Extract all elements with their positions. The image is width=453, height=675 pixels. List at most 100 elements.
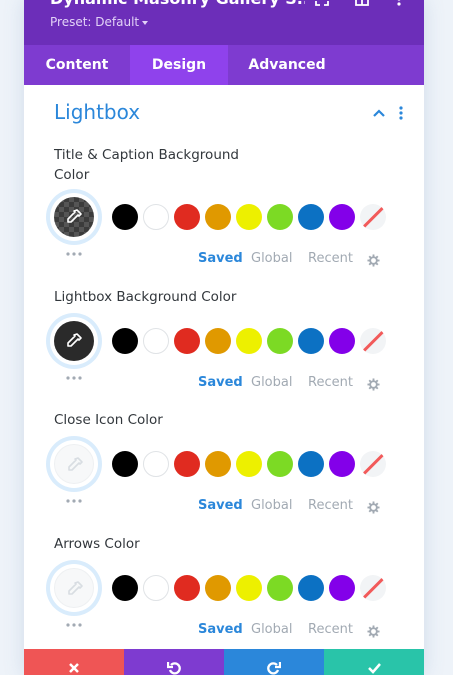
more-horizontal-icon[interactable]: [66, 376, 82, 380]
saved-colors-tab[interactable]: Saved: [198, 498, 243, 513]
swatch-yellow[interactable]: [236, 328, 262, 354]
swatch-blue[interactable]: [298, 204, 324, 230]
swatch-green[interactable]: [267, 204, 293, 230]
undo-icon: [167, 662, 181, 675]
section-title[interactable]: Lightbox: [54, 100, 140, 124]
swatch-red[interactable]: [174, 575, 200, 601]
check-icon: [368, 663, 381, 674]
color-picker-button[interactable]: [50, 193, 98, 241]
color-picker-row: Saved Global Recent: [24, 193, 424, 267]
swatch-white[interactable]: [143, 328, 169, 354]
current-color-preview: [54, 197, 94, 237]
close-icon: [69, 663, 79, 673]
action-bar: [24, 649, 424, 675]
tab-bar: Content Design Advanced: [24, 45, 424, 85]
columns-icon[interactable]: [355, 0, 369, 6]
global-colors-tab[interactable]: Global: [251, 251, 292, 266]
swatch-orange[interactable]: [205, 328, 231, 354]
swatch-black[interactable]: [112, 451, 138, 477]
swatch-orange[interactable]: [205, 575, 231, 601]
swatch-blue[interactable]: [298, 575, 324, 601]
preset-selector[interactable]: Preset: Default: [50, 15, 149, 29]
swatch-purple[interactable]: [329, 328, 355, 354]
color-picker-row: Saved Global Recent: [24, 317, 424, 391]
undo-button[interactable]: [124, 649, 224, 675]
recent-colors-tab[interactable]: Recent: [308, 622, 353, 637]
swatch-purple[interactable]: [329, 451, 355, 477]
tab-design[interactable]: Design: [130, 45, 228, 85]
saved-colors-tab[interactable]: Saved: [198, 375, 243, 390]
save-button[interactable]: [324, 649, 424, 675]
current-color-preview: [54, 568, 94, 608]
eyedropper-icon: [67, 209, 82, 223]
current-color-preview: [54, 444, 94, 484]
caret-down-icon: [142, 20, 149, 25]
color-picker-row: Saved Global Recent: [24, 440, 424, 514]
recent-colors-tab[interactable]: Recent: [308, 375, 353, 390]
redo-icon: [267, 662, 281, 675]
more-vertical-icon[interactable]: [392, 0, 406, 6]
swatch-blue[interactable]: [298, 328, 324, 354]
saved-colors-tab[interactable]: Saved: [198, 622, 243, 637]
recent-colors-tab[interactable]: Recent: [308, 251, 353, 266]
more-horizontal-icon[interactable]: [66, 499, 82, 503]
more-horizontal-icon[interactable]: [66, 623, 82, 627]
swatch-purple[interactable]: [329, 204, 355, 230]
swatch-green[interactable]: [267, 451, 293, 477]
cancel-button[interactable]: [24, 649, 124, 675]
swatch-white[interactable]: [143, 451, 169, 477]
swatch-red[interactable]: [174, 204, 200, 230]
swatch-blue[interactable]: [298, 451, 324, 477]
chevron-up-icon[interactable]: [372, 107, 386, 119]
color-group-label: Close Icon Color: [54, 412, 163, 428]
swatch-green[interactable]: [267, 328, 293, 354]
eyedropper-icon: [67, 333, 82, 347]
global-colors-tab[interactable]: Global: [251, 375, 292, 390]
swatch-black[interactable]: [112, 204, 138, 230]
recent-colors-tab[interactable]: Recent: [308, 498, 353, 513]
color-picker-button[interactable]: [50, 440, 98, 488]
settings-panel: Dynamic Masonry Gallery S... Preset: Def…: [24, 0, 424, 675]
saved-colors-tab[interactable]: Saved: [198, 251, 243, 266]
swatch-none[interactable]: [360, 451, 386, 477]
module-title: Dynamic Masonry Gallery S...: [50, 0, 305, 8]
redo-button[interactable]: [224, 649, 324, 675]
swatch-yellow[interactable]: [236, 204, 262, 230]
eyedropper-icon: [68, 457, 83, 471]
swatch-purple[interactable]: [329, 575, 355, 601]
expand-icon[interactable]: [315, 0, 329, 6]
swatch-yellow[interactable]: [236, 451, 262, 477]
swatch-none[interactable]: [360, 575, 386, 601]
swatch-white[interactable]: [143, 575, 169, 601]
tab-advanced[interactable]: Advanced: [228, 45, 346, 85]
swatch-white[interactable]: [143, 204, 169, 230]
section-more-icon[interactable]: [395, 106, 407, 120]
color-group-label: Title & Caption Background Color: [54, 147, 239, 183]
swatch-red[interactable]: [174, 328, 200, 354]
tab-content[interactable]: Content: [24, 45, 130, 85]
current-color-preview: [54, 321, 94, 361]
swatch-red[interactable]: [174, 451, 200, 477]
global-colors-tab[interactable]: Global: [251, 498, 292, 513]
color-group-label: Arrows Color: [54, 536, 140, 552]
color-picker-row: Saved Global Recent: [24, 564, 424, 638]
swatch-black[interactable]: [112, 328, 138, 354]
swatch-yellow[interactable]: [236, 575, 262, 601]
gear-icon[interactable]: [367, 501, 380, 514]
swatch-orange[interactable]: [205, 451, 231, 477]
gear-icon[interactable]: [367, 625, 380, 638]
swatch-none[interactable]: [360, 204, 386, 230]
color-picker-button[interactable]: [50, 317, 98, 365]
color-group-label: Lightbox Background Color: [54, 289, 237, 305]
more-horizontal-icon[interactable]: [66, 252, 82, 256]
preset-label: Preset: Default: [50, 15, 140, 29]
swatch-none[interactable]: [360, 328, 386, 354]
swatch-orange[interactable]: [205, 204, 231, 230]
swatch-green[interactable]: [267, 575, 293, 601]
global-colors-tab[interactable]: Global: [251, 622, 292, 637]
eyedropper-icon: [68, 581, 83, 595]
gear-icon[interactable]: [367, 254, 380, 267]
swatch-black[interactable]: [112, 575, 138, 601]
gear-icon[interactable]: [367, 378, 380, 391]
color-picker-button[interactable]: [50, 564, 98, 612]
